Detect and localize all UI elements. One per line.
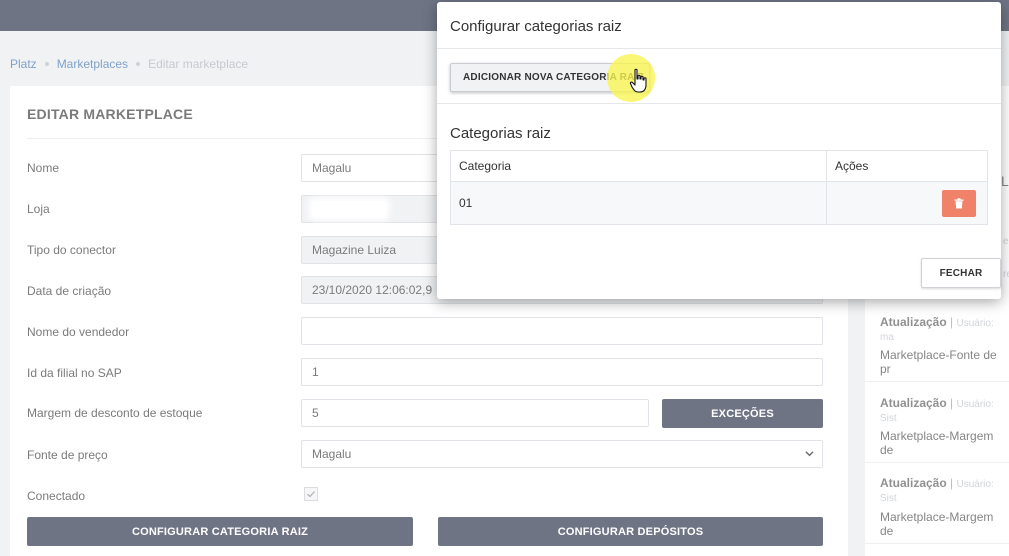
root-categories-table: Categoria Ações 01 <box>450 150 988 225</box>
trash-icon <box>954 197 964 208</box>
close-modal-button[interactable]: FECHAR <box>921 258 1001 288</box>
modal-title: Configurar categorias raiz <box>450 18 622 35</box>
column-header-categoria: Categoria <box>450 150 827 182</box>
column-header-acoes: Ações <box>826 150 988 182</box>
table-header-row: Categoria Ações <box>450 150 988 182</box>
root-categories-heading: Categorias raiz <box>450 125 551 142</box>
delete-category-button[interactable] <box>942 189 976 217</box>
categoria-cell: 01 <box>450 181 827 225</box>
configure-root-categories-modal: Configurar categorias raiz ADICIONAR NOV… <box>437 2 1001 299</box>
hand-pointer-icon <box>629 68 647 93</box>
modal-header-divider <box>437 48 1001 49</box>
acoes-cell <box>826 181 988 225</box>
modal-section-divider <box>437 103 1001 104</box>
table-row: 01 <box>450 181 988 225</box>
